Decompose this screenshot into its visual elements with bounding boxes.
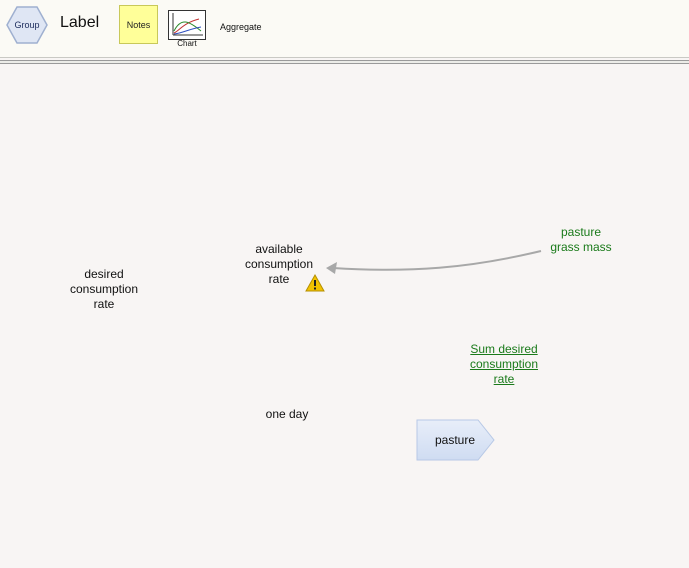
sum-desired-consumption-rate-variable[interactable]: Sum desired consumption rate: [452, 342, 556, 387]
arrow-icon[interactable]: [0, 66, 689, 568]
group-tool-label: Group: [14, 20, 40, 30]
notes-tool-button[interactable]: Notes: [119, 5, 158, 44]
pasture-stock-label: pasture: [434, 433, 476, 447]
chart-tool-button[interactable]: Chart: [167, 9, 207, 49]
model-canvas[interactable]: desired consumption rate available consu…: [0, 66, 689, 568]
toolbar-separator: [0, 60, 689, 64]
warning-icon[interactable]: [305, 274, 325, 292]
one-day-variable[interactable]: one day: [252, 407, 322, 422]
aggregate-tool-button[interactable]: Aggregate: [220, 22, 262, 32]
desired-consumption-rate-variable[interactable]: desired consumption rate: [54, 267, 154, 312]
label-tool-button[interactable]: Label: [60, 14, 99, 32]
notes-tool-label: Notes: [126, 19, 151, 30]
chart-tool-label: Chart: [177, 39, 197, 48]
group-tool-button[interactable]: Group: [6, 4, 48, 46]
toolbar: Group Label Notes Chart Aggregate: [0, 0, 689, 58]
chart-icon: [168, 10, 206, 40]
pasture-grass-mass-variable[interactable]: pasture grass mass: [536, 225, 626, 255]
